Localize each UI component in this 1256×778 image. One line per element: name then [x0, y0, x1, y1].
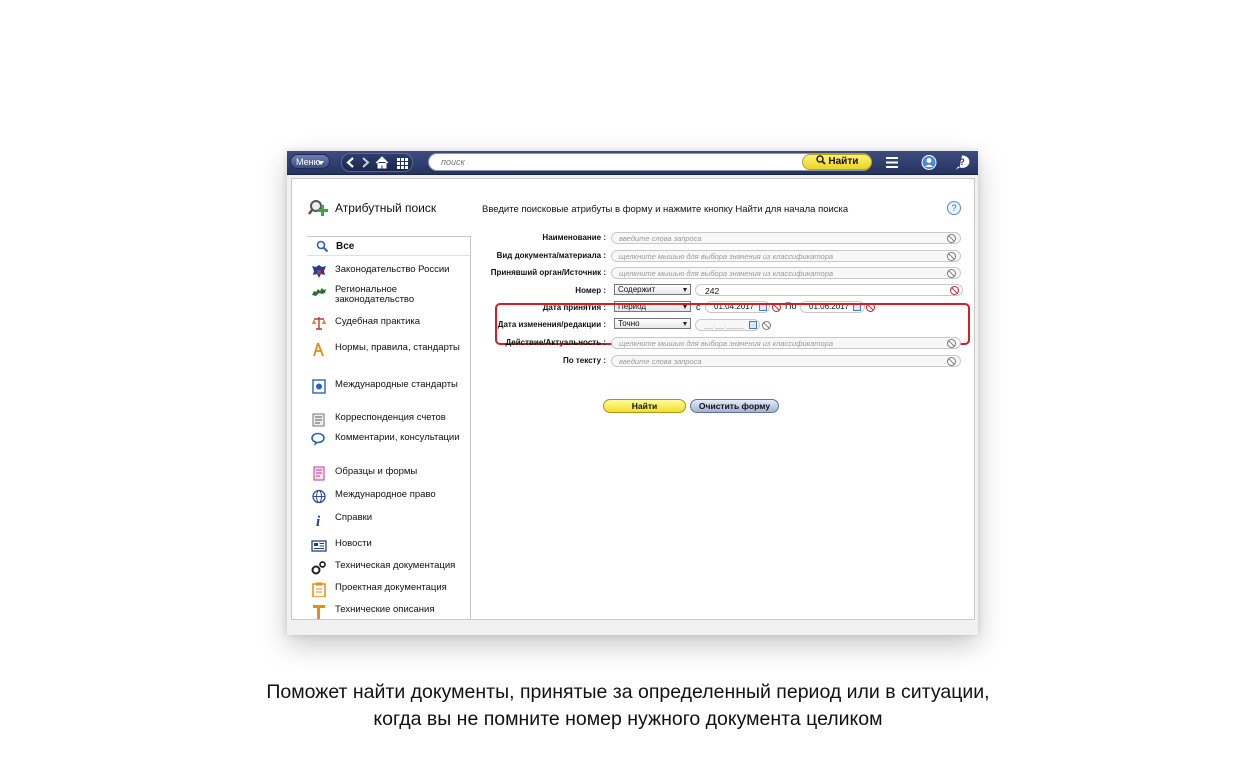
- sidebar-item-label: Законодательство России: [335, 264, 450, 275]
- number-mode-value: Содержит: [618, 285, 656, 294]
- clipboard-icon: [312, 582, 326, 597]
- sidebar-item-label: Проектная документация: [335, 582, 447, 593]
- home-icon[interactable]: [374, 154, 390, 171]
- modified-label: Дата изменения/редакции :: [497, 320, 606, 329]
- help-icon[interactable]: ?: [954, 154, 970, 171]
- russia-map-icon: [312, 288, 326, 296]
- doc-type-placeholder: щелкните мышью для выбора значения из кл…: [619, 252, 834, 261]
- number-field[interactable]: 242: [695, 284, 963, 296]
- search-button-label: Найти: [828, 156, 859, 167]
- sidebar-item-label: Технические описания: [335, 604, 435, 615]
- source-label: Принявший орган/Источник :: [490, 268, 606, 277]
- sidebar-item-label: Комментарии, консультации: [335, 432, 460, 443]
- source-field[interactable]: щелкните мышью для выбора значения из кл…: [611, 267, 961, 279]
- caption-line-1: Поможет найти документы, принятые за опр…: [266, 681, 990, 703]
- clear-icon[interactable]: [762, 321, 771, 330]
- toolbar: Меню Найт: [287, 151, 978, 175]
- search-icon: [815, 155, 826, 165]
- text-placeholder: введите слова запроса: [619, 357, 702, 366]
- name-field[interactable]: введите слова запроса: [611, 232, 961, 244]
- doc-type-label: Вид документа/материала :: [496, 251, 606, 260]
- info-icon: i: [316, 514, 321, 527]
- sidebar-item-label: Все: [336, 241, 355, 252]
- name-placeholder: введите слова запроса: [619, 234, 702, 243]
- modified-mode-value: Точно: [618, 319, 640, 328]
- status-label: Действие/Актуальность :: [505, 338, 606, 347]
- chevron-down-icon: [683, 322, 687, 326]
- clear-icon[interactable]: [947, 252, 956, 261]
- modified-mode-select[interactable]: Точно: [614, 318, 691, 329]
- clear-icon[interactable]: [947, 357, 956, 366]
- grid-icon[interactable]: [394, 154, 410, 171]
- menu-button[interactable]: Меню: [290, 154, 330, 169]
- sidebar-title: Атрибутный поиск: [335, 201, 437, 215]
- sidebar-item-label: Судебная практика: [335, 316, 421, 327]
- status-field[interactable]: щелкните мышью для выбора значения из кл…: [611, 337, 961, 349]
- content-panel: Атрибутный поиск Все Законодательство Ро…: [291, 178, 975, 620]
- text-field[interactable]: введите слова запроса: [611, 355, 961, 367]
- clear-form-button[interactable]: Очистить форму: [690, 399, 779, 413]
- number-mode-select[interactable]: Содержит: [614, 284, 691, 295]
- text-label: По тексту :: [562, 356, 606, 365]
- scales-icon: [312, 317, 326, 330]
- sidebar-item-label: Новости: [335, 538, 372, 549]
- sidebar-item-label: Международное право: [335, 489, 436, 500]
- attribute-search-icon: [308, 197, 330, 219]
- doc-type-field[interactable]: щелкните мышью для выбора значения из кл…: [611, 250, 961, 262]
- accounts-icon: [312, 413, 325, 427]
- svg-text:i: i: [316, 514, 321, 527]
- search-button[interactable]: Найти: [802, 154, 872, 170]
- status-placeholder: щелкните мышью для выбора значения из кл…: [619, 339, 834, 348]
- compass-icon: [313, 342, 324, 357]
- comments-icon: [311, 432, 325, 446]
- nav-controls: [341, 153, 413, 172]
- clear-icon[interactable]: [947, 339, 956, 348]
- sidebar-item-label: Техническая документация: [335, 560, 456, 571]
- list-menu-icon[interactable]: [885, 154, 899, 171]
- sidebar-item-label: Образцы и формы: [335, 466, 418, 477]
- search-input[interactable]: [439, 156, 793, 168]
- menu-label: Меню: [296, 157, 321, 167]
- magnifier-icon: [316, 240, 329, 253]
- sidebar-item-label: Региональное законодательство: [335, 284, 415, 305]
- tech-desc-icon: [313, 605, 325, 619]
- russia-emblem-icon: [312, 265, 326, 278]
- caption-line-2: когда вы не помните номер нужного докуме…: [373, 708, 883, 730]
- forms-icon: [313, 466, 325, 481]
- number-value: 242: [705, 286, 720, 296]
- name-label: Наименование :: [542, 233, 606, 242]
- chevron-down-icon: [318, 161, 324, 165]
- sidebar-item-label: Нормы, правила, стандарты: [335, 342, 460, 353]
- number-label: Номер :: [575, 286, 606, 295]
- gears-icon: [311, 561, 326, 575]
- sidebar-item-label: Справки: [335, 512, 373, 523]
- form-intro: Введите поисковые атрибуты в форму и наж…: [482, 204, 849, 215]
- news-icon: [311, 540, 327, 552]
- calendar-icon[interactable]: [749, 321, 757, 329]
- form-help-icon[interactable]: ?: [947, 201, 961, 215]
- date-modified-mask: __.__.____: [704, 320, 745, 329]
- find-button[interactable]: Найти: [603, 399, 686, 413]
- clear-icon[interactable]: [950, 286, 959, 295]
- chevron-down-icon: [683, 288, 687, 292]
- source-placeholder: щелкните мышью для выбора значения из кл…: [619, 269, 834, 278]
- intl-standards-icon: [312, 379, 326, 394]
- sidebar-item-label: Корреспонденция счетов: [335, 412, 446, 423]
- clear-icon[interactable]: [947, 269, 956, 278]
- sidebar-item-all[interactable]: Все: [307, 236, 471, 256]
- globe-icon: [312, 489, 326, 504]
- app-window: Меню Найт: [287, 151, 978, 635]
- forward-arrow-icon[interactable]: [357, 154, 373, 171]
- svg-text:?: ?: [959, 157, 965, 167]
- clear-icon[interactable]: [947, 234, 956, 243]
- sidebar-item-label: Международные стандарты: [335, 379, 458, 390]
- user-icon[interactable]: [921, 154, 937, 171]
